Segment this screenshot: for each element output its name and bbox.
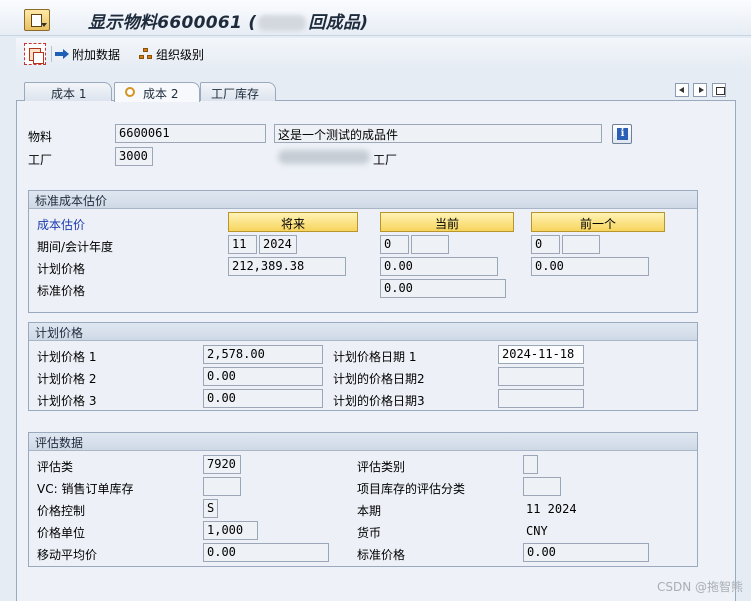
previous-button[interactable]: 前一个 — [531, 212, 665, 232]
valuation-category-label: 评估类别 — [357, 460, 406, 474]
previous-year-field[interactable] — [562, 235, 600, 254]
tab-cost-2[interactable]: 成本 2 — [114, 82, 200, 102]
menu-document-icon[interactable] — [24, 9, 50, 31]
tab-plant-stock[interactable]: 工厂库存 — [200, 82, 276, 101]
planned-price-2-label: 计划价格 2 — [37, 372, 97, 386]
price-control-field[interactable]: S — [203, 499, 218, 518]
planned-date-2-field[interactable] — [498, 367, 584, 386]
planned-date-2-label: 计划的价格日期2 — [333, 372, 425, 386]
planned-price-3-label: 计划价格 3 — [37, 394, 97, 408]
planned-date-3-field[interactable] — [498, 389, 584, 408]
info-button[interactable]: i — [612, 124, 632, 144]
planned-date-1-label: 计划价格日期 1 — [333, 350, 417, 364]
material-label: 物料 — [28, 130, 53, 144]
price-control-label: 价格控制 — [37, 504, 86, 518]
page-title: 显示物料6600061 (回成品) — [88, 13, 369, 33]
period-year-label: 期间/会计年度 — [37, 240, 114, 254]
tab-scroll-left-icon[interactable] — [675, 83, 689, 97]
redacted-blur — [258, 15, 307, 31]
valuation-std-price-field[interactable]: 0.00 — [523, 543, 649, 562]
tab-list-icon[interactable] — [712, 83, 726, 97]
currency-value: CNY — [526, 524, 548, 538]
planned-price-label: 计划价格 — [37, 262, 86, 276]
org-levels-button[interactable]: 组织级别 — [139, 46, 204, 62]
project-stock-valuation-field[interactable] — [523, 477, 561, 496]
price-unit-field[interactable]: 1,000 — [203, 521, 258, 540]
future-planned-price-field[interactable]: 212,389.38 — [228, 257, 346, 276]
material-description-field[interactable]: 这是一个测试的成品件 — [274, 124, 602, 143]
valuation-class-field[interactable]: 7920 — [203, 455, 241, 474]
cost-estimate-label: 成本估价 — [37, 218, 86, 232]
standard-price-label: 标准价格 — [37, 284, 86, 298]
tab-scroll-right-icon[interactable] — [693, 83, 707, 97]
additional-data-button[interactable]: 附加数据 — [55, 46, 120, 62]
moving-avg-price-field[interactable]: 0.00 — [203, 543, 329, 562]
plant-field[interactable]: 3000 — [115, 147, 153, 166]
current-period-value: 11 2024 — [526, 502, 577, 516]
previous-period-field[interactable]: 0 — [531, 235, 560, 254]
current-period-label: 本期 — [357, 504, 382, 518]
current-year-field[interactable] — [411, 235, 449, 254]
group-title: 计划价格 — [29, 323, 697, 341]
tab-selected-icon — [125, 87, 135, 97]
future-button[interactable]: 将来 — [228, 212, 358, 232]
price-unit-label: 价格单位 — [37, 526, 86, 540]
standard-price-field[interactable]: 0.00 — [380, 279, 506, 298]
previous-planned-price-field[interactable]: 0.00 — [531, 257, 649, 276]
current-button[interactable]: 当前 — [380, 212, 514, 232]
valuation-category-field[interactable] — [523, 455, 538, 474]
planned-price-2-field[interactable]: 0.00 — [203, 367, 323, 386]
planned-price-1-field[interactable]: 2,578.00 — [203, 345, 323, 364]
future-year-field[interactable]: 2024 — [259, 235, 297, 254]
org-structure-icon — [139, 48, 153, 60]
group-title: 评估数据 — [29, 433, 697, 451]
valuation-std-price-label: 标准价格 — [357, 548, 406, 562]
current-period-field[interactable]: 0 — [380, 235, 409, 254]
moving-avg-price-label: 移动平均价 — [37, 548, 98, 562]
application-toolbar — [16, 38, 751, 70]
tab-cost-1[interactable]: 成本 1 — [24, 82, 112, 101]
redacted-blur — [278, 150, 370, 164]
watermark: CSDN @拖智熊 — [656, 580, 743, 594]
planned-date-1-field[interactable]: 2024-11-18 — [498, 345, 584, 364]
project-stock-valuation-label: 项目库存的评估分类 — [357, 482, 466, 496]
other-material-icon[interactable] — [24, 43, 46, 65]
valuation-class-label: 评估类 — [37, 460, 74, 474]
plant-name-text: 工厂 — [373, 153, 398, 167]
planned-price-1-label: 计划价格 1 — [37, 350, 97, 364]
current-planned-price-field[interactable]: 0.00 — [380, 257, 498, 276]
planned-date-3-label: 计划的价格日期3 — [333, 394, 425, 408]
vc-sales-order-stock-field[interactable] — [203, 477, 241, 496]
arrow-right-icon — [55, 48, 69, 60]
vc-sales-order-stock-label: VC: 销售订单库存 — [37, 482, 134, 496]
currency-label: 货币 — [357, 526, 382, 540]
plant-label: 工厂 — [28, 153, 53, 167]
future-period-field[interactable]: 11 — [228, 235, 257, 254]
info-icon: i — [617, 128, 628, 140]
toolbar-separator — [51, 46, 52, 62]
material-field[interactable]: 6600061 — [115, 124, 266, 143]
planned-price-3-field[interactable]: 0.00 — [203, 389, 323, 408]
group-title: 标准成本估价 — [29, 191, 697, 209]
